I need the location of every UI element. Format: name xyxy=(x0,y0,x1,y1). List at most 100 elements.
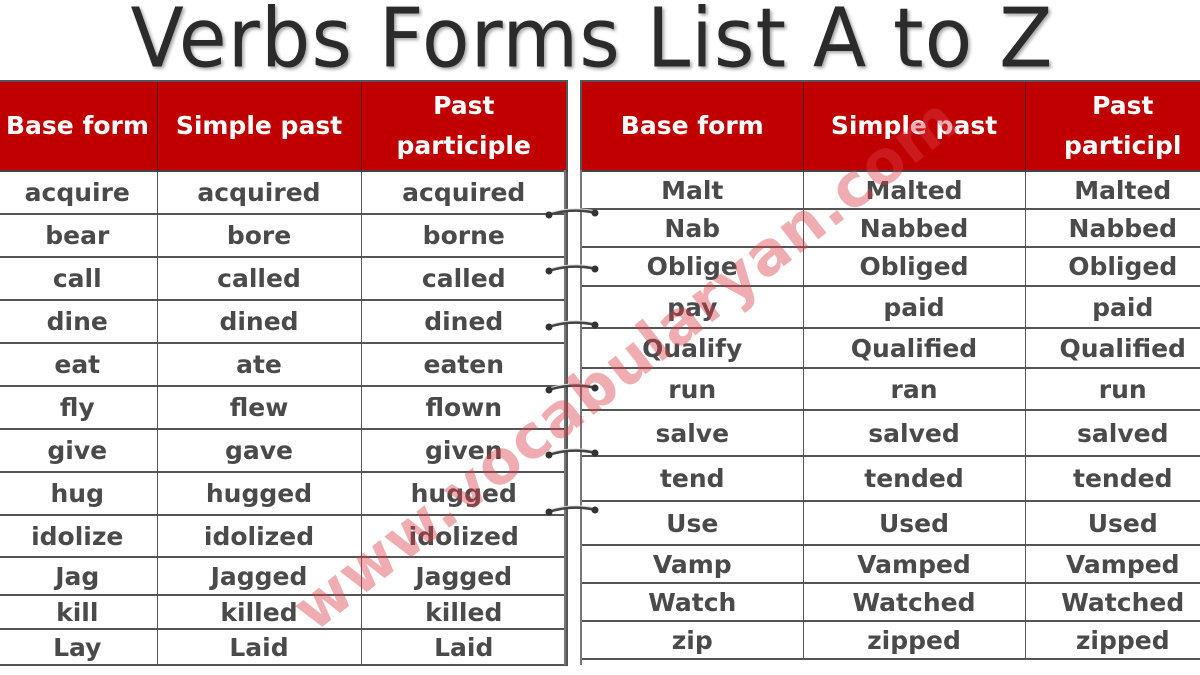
cell-base-form: Lay xyxy=(0,629,158,666)
header-past-participle-line2: participl xyxy=(1064,131,1182,160)
cell-simple-past: acquired xyxy=(156,171,362,215)
spiral-ring-icon xyxy=(545,264,599,275)
cell-past-participle: hugged xyxy=(360,472,568,516)
table-row: Vamp Vamped Vamped xyxy=(580,545,1200,584)
cell-base-form: fly xyxy=(0,386,158,430)
cell-past-participle: acquired xyxy=(360,171,568,215)
cell-past-participle: called xyxy=(360,257,568,301)
table-row: give gave given xyxy=(0,429,568,473)
cell-base-form: Use xyxy=(580,501,804,546)
cell-base-form: Vamp xyxy=(580,545,804,584)
cell-past-participle: Nabbed xyxy=(1024,209,1200,248)
cell-past-participle: idolized xyxy=(360,515,568,558)
table-row: Watch Watched Watched xyxy=(580,583,1200,622)
cell-simple-past: ran xyxy=(802,368,1026,411)
page-title: Verbs Forms List A to Z xyxy=(130,0,1054,87)
spiral-ring-icon xyxy=(545,383,599,394)
cell-simple-past: idolized xyxy=(156,515,362,558)
cell-base-form: kill xyxy=(0,595,158,630)
cell-simple-past: flew xyxy=(156,386,362,430)
table-row: Use Used Used xyxy=(580,501,1200,546)
cell-past-participle: eaten xyxy=(360,343,568,387)
cell-base-form: Malt xyxy=(580,171,804,210)
cell-past-participle: tended xyxy=(1024,456,1200,502)
cell-past-participle: given xyxy=(360,429,568,473)
cell-base-form: acquire xyxy=(0,171,158,215)
cell-base-form: Watch xyxy=(580,583,804,622)
cell-simple-past: Qualified xyxy=(802,328,1026,369)
cell-base-form: tend xyxy=(580,456,804,502)
cell-simple-past: Obliged xyxy=(802,247,1026,287)
cell-simple-past: bore xyxy=(156,214,362,258)
cell-past-participle: Laid xyxy=(360,629,568,666)
cell-past-participle: paid xyxy=(1024,286,1200,329)
cell-base-form: hug xyxy=(0,472,158,516)
table-row: call called called xyxy=(0,257,568,301)
verb-table-a-to-l: Base form Simple past Past participle ac… xyxy=(0,80,568,666)
cell-past-participle: Used xyxy=(1024,501,1200,546)
table-row: fly flew flown xyxy=(0,386,568,430)
table-row: run ran run xyxy=(580,368,1200,411)
cell-simple-past: dined xyxy=(156,300,362,344)
cell-simple-past: Laid xyxy=(156,629,362,666)
cell-past-participle: run xyxy=(1024,368,1200,411)
cell-past-participle: Watched xyxy=(1024,583,1200,622)
cell-simple-past: ate xyxy=(156,343,362,387)
cell-simple-past: Vamped xyxy=(802,545,1026,584)
table-row: hug hugged hugged xyxy=(0,472,568,516)
cell-simple-past: Nabbed xyxy=(802,209,1026,248)
cell-base-form: dine xyxy=(0,300,158,344)
cell-simple-past: Used xyxy=(802,501,1026,546)
table-row: pay paid paid xyxy=(580,286,1200,329)
cell-base-form: give xyxy=(0,429,158,473)
cell-past-participle: Malted xyxy=(1024,171,1200,210)
cell-simple-past: killed xyxy=(156,595,362,630)
table-row: tend tended tended xyxy=(580,456,1200,502)
table-row: Jag Jagged Jagged xyxy=(0,557,568,596)
spiral-ring-icon xyxy=(545,208,599,219)
table-row: zip zipped zipped xyxy=(580,621,1200,660)
cell-past-participle: salved xyxy=(1024,410,1200,457)
header-base-form: Base form xyxy=(580,81,804,172)
cell-simple-past: Malted xyxy=(802,171,1026,210)
table-row: dine dined dined xyxy=(0,300,568,344)
table-row: kill killed killed xyxy=(0,595,568,630)
cell-simple-past: tended xyxy=(802,456,1026,502)
table-header-row: Base form Simple past Past participle xyxy=(0,81,568,172)
cell-past-participle: borne xyxy=(360,214,568,258)
header-past-participle-line1: Past xyxy=(433,91,495,120)
notebook-spine-right xyxy=(580,170,582,665)
spiral-ring-icon xyxy=(545,505,599,516)
table-row: acquire acquired acquired xyxy=(0,171,568,215)
cell-base-form: zip xyxy=(580,621,804,660)
cell-base-form: Oblige xyxy=(580,247,804,287)
cell-base-form: Qualify xyxy=(580,328,804,369)
cell-base-form: Jag xyxy=(0,557,158,596)
table-row: salve salved salved xyxy=(580,410,1200,457)
table-row: eat ate eaten xyxy=(0,343,568,387)
cell-past-participle: Qualified xyxy=(1024,328,1200,369)
table-row: Malt Malted Malted xyxy=(580,171,1200,210)
cell-base-form: Nab xyxy=(580,209,804,248)
spiral-ring-icon xyxy=(545,448,599,459)
cell-simple-past: gave xyxy=(156,429,362,473)
cell-past-participle: killed xyxy=(360,595,568,630)
cell-past-participle: Obliged xyxy=(1024,247,1200,287)
table-row: Oblige Obliged Obliged xyxy=(580,247,1200,287)
cell-past-participle: dined xyxy=(360,300,568,344)
table-row: Nab Nabbed Nabbed xyxy=(580,209,1200,248)
cell-past-participle: zipped xyxy=(1024,621,1200,660)
cell-past-participle: flown xyxy=(360,386,568,430)
header-past-participle-line2: participle xyxy=(396,131,531,160)
table-header-row: Base form Simple past Past participl xyxy=(580,81,1200,172)
table-row: Qualify Qualified Qualified xyxy=(580,328,1200,369)
cell-base-form: bear xyxy=(0,214,158,258)
cell-simple-past: paid xyxy=(802,286,1026,329)
verb-table-m-to-z: Base form Simple past Past participl Mal… xyxy=(580,80,1200,660)
cell-base-form: call xyxy=(0,257,158,301)
header-past-participle: Past participle xyxy=(360,81,568,172)
cell-base-form: idolize xyxy=(0,515,158,558)
table-row: Lay Laid Laid xyxy=(0,629,568,666)
table-row: bear bore borne xyxy=(0,214,568,258)
header-base-form: Base form xyxy=(0,81,158,172)
